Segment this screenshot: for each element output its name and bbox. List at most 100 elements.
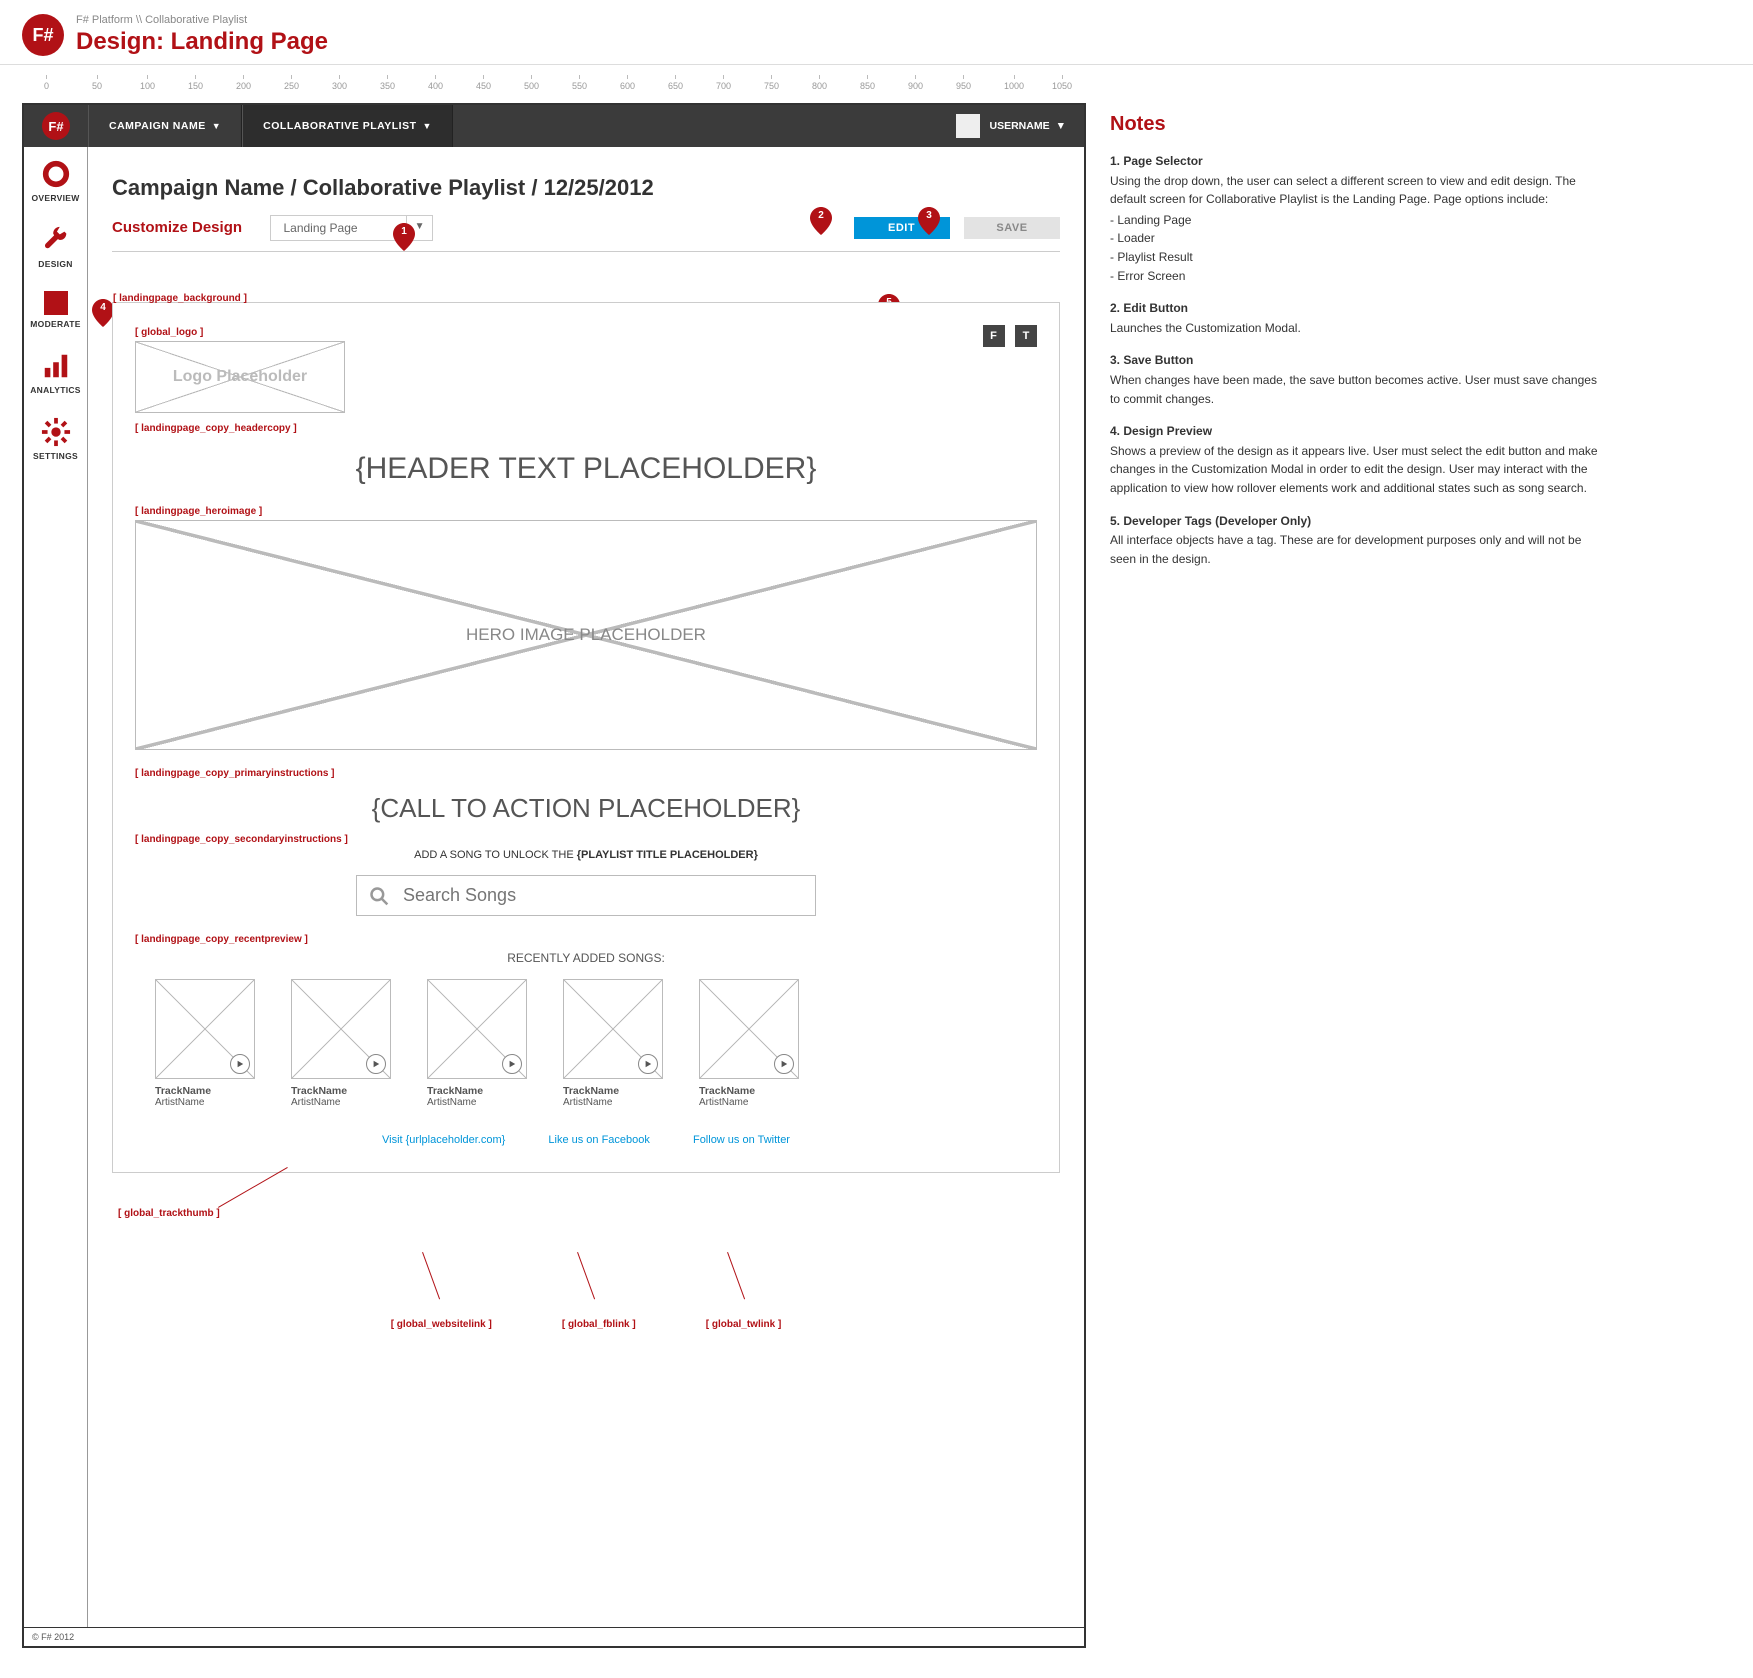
dev-tag-fblink: [ global_fblink ] bbox=[562, 1319, 636, 1330]
search-icon bbox=[369, 886, 389, 906]
chevron-down-icon: ▼ bbox=[1056, 120, 1066, 132]
recent-label: RECENTLY ADDED SONGS: bbox=[135, 951, 1037, 965]
design-preview: [ landingpage_background ] [ global_logo… bbox=[112, 302, 1060, 1173]
canvas: Campaign Name / Collaborative Playlist /… bbox=[88, 147, 1084, 1627]
artist-name: ArtistName bbox=[291, 1097, 401, 1108]
track-art bbox=[699, 979, 799, 1079]
square-icon bbox=[44, 291, 68, 315]
copyright: © F# 2012 bbox=[24, 1627, 1084, 1646]
dev-tag-hero: [ landingpage_heroimage ] bbox=[135, 506, 1037, 517]
list-item: Playlist Result bbox=[1110, 248, 1610, 267]
note-item: 4. Design PreviewShows a preview of the … bbox=[1110, 422, 1610, 497]
artist-name: ArtistName bbox=[563, 1097, 673, 1108]
play-button[interactable] bbox=[638, 1054, 658, 1074]
ruler-tick: 1000 bbox=[1004, 75, 1024, 91]
annotation-pin-1: 1 bbox=[393, 223, 415, 251]
twitter-link[interactable]: Follow us on Twitter bbox=[693, 1134, 790, 1146]
avatar bbox=[956, 114, 980, 138]
note-body: Shows a preview of the design as it appe… bbox=[1110, 444, 1598, 495]
ruler-tick: 850 bbox=[860, 75, 875, 91]
search-songs-input[interactable] bbox=[356, 875, 816, 916]
sidebar-item-moderate[interactable]: MODERATE bbox=[24, 279, 87, 339]
track-item[interactable]: TrackNameArtistName bbox=[563, 979, 673, 1108]
header-placeholder: {HEADER TEXT PLACEHOLDER} bbox=[135, 452, 1037, 486]
collab-dropdown[interactable]: COLLABORATIVE PLAYLIST ▼ bbox=[242, 105, 453, 147]
note-list: Landing PageLoaderPlaylist ResultError S… bbox=[1110, 211, 1610, 285]
twitter-share-button[interactable]: T bbox=[1015, 325, 1037, 347]
ruler-tick: 0 bbox=[44, 75, 49, 91]
leader-line bbox=[577, 1252, 595, 1299]
play-button[interactable] bbox=[774, 1054, 794, 1074]
sidebar-item-settings[interactable]: SETTINGS bbox=[24, 405, 87, 471]
list-item: Landing Page bbox=[1110, 211, 1610, 230]
save-button[interactable]: SAVE bbox=[964, 217, 1060, 239]
dev-tag-twlink: [ global_twlink ] bbox=[706, 1319, 782, 1330]
notes-column: Notes 1. Page SelectorUsing the drop dow… bbox=[1110, 103, 1731, 582]
search-field[interactable] bbox=[401, 884, 803, 907]
facebook-link[interactable]: Like us on Facebook bbox=[548, 1134, 650, 1146]
play-button[interactable] bbox=[502, 1054, 522, 1074]
visit-link[interactable]: Visit {urlplaceholder.com} bbox=[382, 1134, 505, 1146]
chevron-down-icon: ▼ bbox=[423, 121, 432, 131]
annotation-pin-2: 2 bbox=[810, 207, 832, 235]
notes-heading: Notes bbox=[1110, 109, 1731, 140]
track-name: TrackName bbox=[699, 1085, 809, 1097]
ruler-tick: 800 bbox=[812, 75, 827, 91]
ruler-tick: 400 bbox=[428, 75, 443, 91]
annotation-pin-3: 3 bbox=[918, 207, 940, 235]
ruler-tick: 350 bbox=[380, 75, 395, 91]
play-button[interactable] bbox=[230, 1054, 250, 1074]
track-art bbox=[155, 979, 255, 1079]
chevron-down-icon: ▼ bbox=[212, 121, 221, 131]
note-title: 5. Developer Tags (Developer Only) bbox=[1110, 512, 1610, 531]
ruler-tick: 300 bbox=[332, 75, 347, 91]
gear-icon bbox=[41, 417, 71, 447]
artist-name: ArtistName bbox=[155, 1097, 265, 1108]
leader-line bbox=[422, 1252, 440, 1299]
note-item: 5. Developer Tags (Developer Only)All in… bbox=[1110, 512, 1610, 569]
track-item[interactable]: TrackNameArtistName bbox=[155, 979, 265, 1108]
circle-icon bbox=[41, 159, 71, 189]
ruler-tick: 500 bbox=[524, 75, 539, 91]
app-logo[interactable]: F# bbox=[24, 105, 88, 147]
dev-tag-cta: [ landingpage_copy_primaryinstructions ] bbox=[135, 768, 1037, 779]
bars-icon bbox=[41, 351, 71, 381]
ruler-tick: 250 bbox=[284, 75, 299, 91]
play-button[interactable] bbox=[366, 1054, 386, 1074]
sidebar: OVERVIEW DESIGN MODERATE ANALYTICS SETTI… bbox=[24, 147, 88, 1627]
leader-line bbox=[727, 1252, 745, 1299]
dev-tag-header: [ landingpage_copy_headercopy ] bbox=[135, 423, 1037, 434]
sidebar-item-overview[interactable]: OVERVIEW bbox=[24, 147, 87, 213]
user-menu[interactable]: USERNAME ▼ bbox=[938, 105, 1085, 147]
page-title: Design: Landing Page bbox=[76, 28, 328, 56]
track-item[interactable]: TrackNameArtistName bbox=[699, 979, 809, 1108]
canvas-title: Campaign Name / Collaborative Playlist /… bbox=[112, 175, 1060, 201]
list-item: Error Screen bbox=[1110, 267, 1610, 286]
wrench-icon bbox=[41, 225, 71, 255]
campaign-dropdown[interactable]: CAMPAIGN NAME ▼ bbox=[88, 105, 242, 147]
ruler-tick: 100 bbox=[140, 75, 155, 91]
facebook-share-button[interactable]: F bbox=[983, 325, 1005, 347]
annotation-pin-4: 4 bbox=[92, 299, 114, 327]
artist-name: ArtistName bbox=[427, 1097, 537, 1108]
artist-name: ArtistName bbox=[699, 1097, 809, 1108]
track-item[interactable]: TrackNameArtistName bbox=[291, 979, 401, 1108]
track-item[interactable]: TrackNameArtistName bbox=[427, 979, 537, 1108]
note-item: 3. Save ButtonWhen changes have been mad… bbox=[1110, 351, 1610, 408]
track-name: TrackName bbox=[427, 1085, 537, 1097]
dev-tag-sec: [ landingpage_copy_secondaryinstructions… bbox=[135, 834, 1037, 845]
footer-links: Visit {urlplaceholder.com} Like us on Fa… bbox=[135, 1134, 1037, 1146]
sidebar-item-design[interactable]: DESIGN bbox=[24, 213, 87, 279]
brand-logo: F# bbox=[22, 14, 64, 56]
track-art bbox=[427, 979, 527, 1079]
logo-placeholder: Logo Placeholder bbox=[135, 341, 345, 413]
sidebar-item-analytics[interactable]: ANALYTICS bbox=[24, 339, 87, 405]
secondary-instructions: ADD A SONG TO UNLOCK THE {PLAYLIST TITLE… bbox=[135, 849, 1037, 861]
list-item: Loader bbox=[1110, 229, 1610, 248]
track-art bbox=[563, 979, 663, 1079]
pixel-ruler: 0501001502002503003504004505005506006507… bbox=[22, 75, 1731, 93]
ruler-tick: 750 bbox=[764, 75, 779, 91]
track-art bbox=[291, 979, 391, 1079]
note-body: Launches the Customization Modal. bbox=[1110, 321, 1301, 335]
doc-header: F# F# Platform \\ Collaborative Playlist… bbox=[0, 0, 1753, 65]
